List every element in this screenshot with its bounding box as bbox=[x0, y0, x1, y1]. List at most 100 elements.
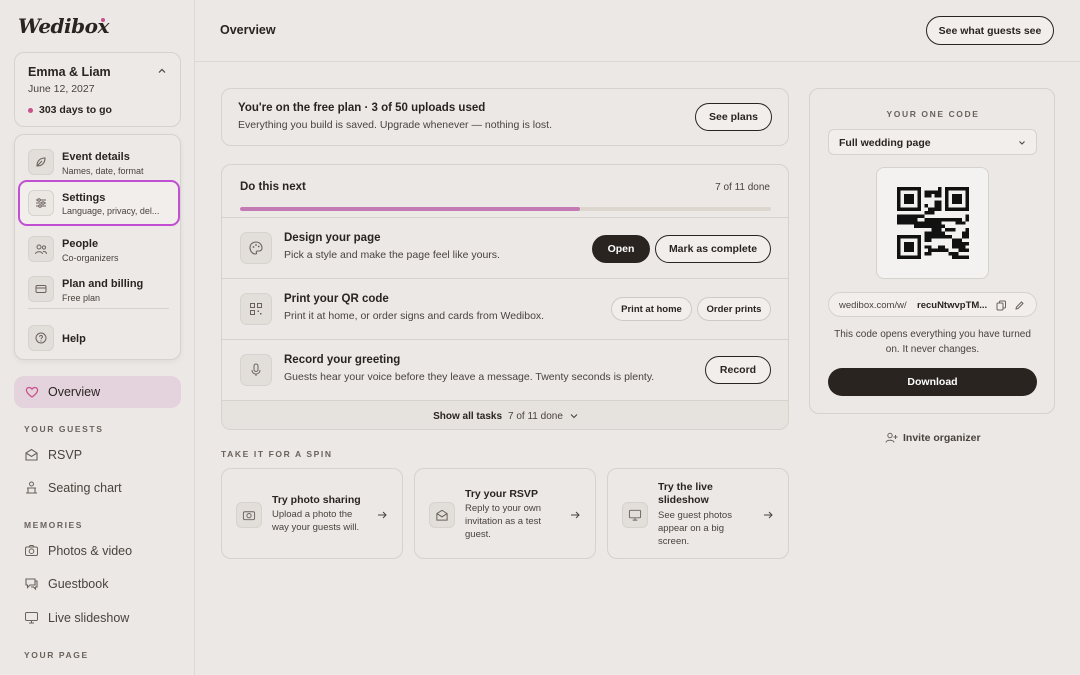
menu-item-title: Settings bbox=[62, 192, 106, 204]
task-row-design-page: Design your page Pick a style and make t… bbox=[222, 217, 788, 278]
print-at-home-button[interactable]: Print at home bbox=[611, 297, 692, 321]
url-code: recuNtwvpTM... bbox=[917, 300, 987, 311]
spin-card-sub: Reply to your own invitation as a test g… bbox=[465, 503, 542, 540]
camera-icon bbox=[25, 545, 38, 556]
task-subtitle: Guests hear your voice before they leave… bbox=[284, 371, 655, 383]
envelope-icon bbox=[429, 502, 455, 528]
menu-item-settings[interactable]: Settings Language, privacy, del... bbox=[18, 180, 180, 226]
sidebar-item-label: RSVP bbox=[48, 448, 83, 462]
mark-as-complete-button[interactable]: Mark as complete bbox=[655, 235, 771, 263]
record-button[interactable]: Record bbox=[705, 356, 771, 384]
envelope-icon bbox=[25, 448, 38, 461]
countdown-text: 303 days to go bbox=[39, 104, 112, 116]
heart-icon bbox=[25, 386, 39, 398]
sidebar-item-label: Guestbook bbox=[48, 577, 109, 591]
arrow-right-icon bbox=[378, 511, 387, 519]
menu-item-help[interactable]: Help bbox=[15, 319, 182, 359]
help-icon bbox=[28, 325, 54, 351]
order-prints-button[interactable]: Order prints bbox=[697, 297, 771, 321]
try-photo-sharing-card[interactable]: Try photo sharing Upload a photo the way… bbox=[221, 468, 403, 559]
task-subtitle: Pick a style and make the page feel like… bbox=[284, 249, 500, 261]
sidebar-item-overview[interactable]: Overview bbox=[14, 376, 181, 408]
code-target-select[interactable]: Full wedding page bbox=[828, 129, 1037, 155]
arrow-right-icon bbox=[571, 511, 580, 519]
spin-card-title: Try your RSVP bbox=[465, 488, 538, 500]
spin-card-title: Try photo sharing bbox=[272, 494, 361, 506]
copy-icon[interactable] bbox=[996, 300, 1007, 311]
url-prefix: wedibox.com/w/ bbox=[839, 300, 907, 311]
menu-item-people[interactable]: People Co-organizers bbox=[15, 230, 182, 270]
arrow-right-icon bbox=[764, 511, 773, 519]
task-subtitle: Print it at home, or order signs and car… bbox=[284, 310, 545, 322]
qr-code-icon bbox=[240, 293, 272, 325]
show-all-tasks-button[interactable]: Show all tasks 7 of 11 done bbox=[222, 400, 788, 429]
menu-item-sub: Co-organizers bbox=[62, 253, 119, 263]
seat-icon bbox=[26, 481, 37, 494]
tasks-progress-bar bbox=[240, 207, 771, 211]
try-live-slideshow-card[interactable]: Try the live slideshow See guest photos … bbox=[607, 468, 789, 559]
chevron-down-icon bbox=[1019, 141, 1025, 145]
chevron-down-icon bbox=[570, 414, 578, 419]
show-all-label: Show all tasks bbox=[433, 410, 503, 422]
people-icon bbox=[28, 236, 54, 262]
section-label-spin: TAKE IT FOR A SPIN bbox=[221, 449, 333, 459]
task-row-print-qr: Print your QR code Print it at home, or … bbox=[222, 278, 788, 339]
see-what-guests-see-button[interactable]: See what guests see bbox=[926, 16, 1054, 45]
code-note: This code opens everything you have turn… bbox=[834, 329, 1031, 355]
palette-icon bbox=[240, 232, 272, 264]
logo-dot bbox=[101, 18, 105, 22]
card-icon bbox=[28, 276, 54, 302]
event-switcher[interactable]: Emma & Liam June 12, 2027 303 days to go bbox=[14, 52, 181, 127]
menu-item-sub: Free plan bbox=[62, 293, 101, 303]
monitor-icon bbox=[622, 502, 648, 528]
menu-item-title: Plan and billing bbox=[62, 278, 144, 290]
sidebar-item-label: Live slideshow bbox=[48, 611, 130, 625]
one-code-panel: YOUR ONE CODE Full wedding page wedibox.… bbox=[809, 88, 1055, 414]
chevron-up-icon bbox=[158, 68, 166, 73]
pencil-icon[interactable] bbox=[1014, 300, 1025, 311]
plan-title: You're on the free plan · 3 of 50 upload… bbox=[238, 102, 486, 114]
camera-icon bbox=[236, 502, 262, 528]
qr-code bbox=[876, 167, 989, 279]
invite-organizer-label: Invite organizer bbox=[903, 431, 981, 444]
event-menu: Event details Names, date, format Settin… bbox=[14, 134, 181, 360]
section-label-your-guests: YOUR GUESTS bbox=[24, 424, 104, 434]
leaf-icon bbox=[28, 149, 54, 175]
sidebar-item-label: Overview bbox=[48, 385, 101, 399]
section-label-your-page: YOUR PAGE bbox=[24, 650, 89, 660]
menu-item-plan-billing[interactable]: Plan and billing Free plan bbox=[15, 270, 182, 310]
microphone-icon bbox=[240, 354, 272, 386]
show-all-count: 7 of 11 done bbox=[508, 410, 563, 422]
see-plans-button[interactable]: See plans bbox=[695, 103, 772, 131]
spin-card-title: Try the live slideshow bbox=[658, 481, 713, 506]
speech-bubble-icon bbox=[25, 578, 38, 591]
menu-item-title: Help bbox=[62, 333, 86, 345]
tasks-card: Do this next 7 of 11 done Design your pa… bbox=[221, 164, 789, 430]
try-rsvp-card[interactable]: Try your RSVP Reply to your own invitati… bbox=[414, 468, 596, 559]
qr-code-image bbox=[896, 187, 969, 259]
plan-banner: You're on the free plan · 3 of 50 upload… bbox=[221, 88, 789, 146]
task-title: Record your greeting bbox=[284, 354, 401, 366]
tasks-progress-fill bbox=[240, 207, 580, 211]
menu-item-title: Event details bbox=[62, 151, 130, 163]
spin-card-sub: See guest photos appear on a big screen. bbox=[658, 510, 732, 547]
task-title: Print your QR code bbox=[284, 293, 389, 305]
download-button[interactable]: Download bbox=[828, 368, 1037, 396]
task-title: Design your page bbox=[284, 232, 381, 244]
event-date: June 12, 2027 bbox=[28, 83, 95, 95]
tasks-count: 7 of 11 done bbox=[715, 182, 770, 193]
sidebar: Wedibox Emma & Liam June 12, 2027 303 da… bbox=[0, 0, 195, 675]
page-title: Overview bbox=[220, 23, 276, 37]
section-label-memories: MEMORIES bbox=[24, 520, 84, 530]
sliders-icon bbox=[28, 190, 54, 216]
event-name: Emma & Liam bbox=[28, 65, 111, 79]
sidebar-item-label: Photos & video bbox=[48, 544, 133, 558]
code-target-value: Full wedding page bbox=[839, 137, 931, 149]
open-button[interactable]: Open bbox=[592, 235, 650, 263]
menu-item-event-details[interactable]: Event details Names, date, format bbox=[15, 143, 182, 183]
menu-item-title: People bbox=[62, 238, 99, 250]
invite-organizer-button[interactable]: Invite organizer bbox=[885, 431, 981, 444]
brand-logo[interactable]: Wedibox bbox=[18, 14, 109, 38]
add-person-icon bbox=[885, 432, 898, 443]
menu-divider bbox=[28, 308, 169, 309]
